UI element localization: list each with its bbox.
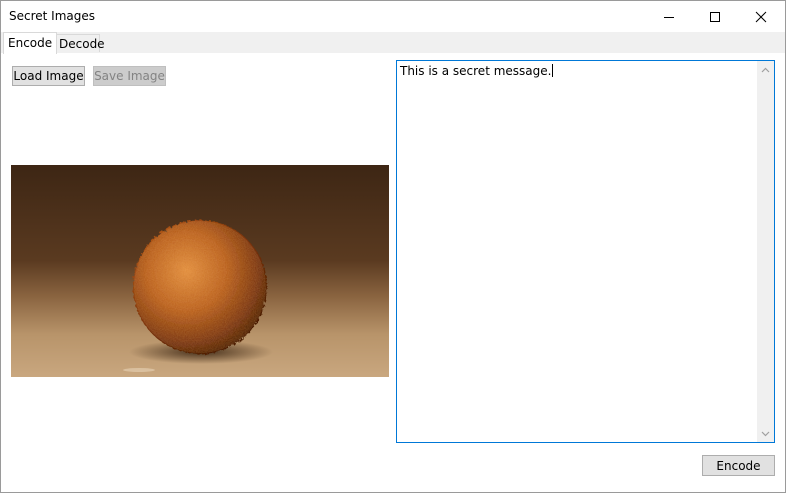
window-title: Secret Images	[9, 9, 96, 23]
tab-decode[interactable]: Decode	[54, 34, 105, 52]
close-button[interactable]	[738, 1, 784, 32]
app-window: Secret Images Encode Decode Load Image S…	[0, 0, 786, 493]
close-icon	[755, 11, 767, 22]
chevron-down-icon	[761, 431, 770, 436]
encode-button-label: Encode	[716, 458, 761, 473]
message-textbox[interactable]: This is a secret message.	[396, 60, 775, 443]
load-image-button[interactable]: Load Image	[12, 66, 85, 86]
vertical-scrollbar[interactable]	[757, 61, 774, 442]
load-image-label: Load Image	[13, 69, 84, 83]
text-caret	[552, 64, 554, 77]
scroll-up-button[interactable]	[757, 61, 774, 78]
title-bar[interactable]: Secret Images	[1, 1, 785, 32]
fuzzy-ball-image	[11, 165, 389, 377]
save-image-button: Save Image	[93, 66, 166, 86]
chevron-up-icon	[761, 67, 770, 72]
maximize-icon	[710, 11, 720, 22]
image-preview	[11, 165, 389, 377]
tab-encode[interactable]: Encode	[3, 32, 58, 54]
encode-button[interactable]: Encode	[702, 455, 775, 476]
tab-encode-label: Encode	[8, 36, 53, 50]
message-text[interactable]: This is a secret message.	[400, 64, 554, 78]
minimize-icon	[664, 16, 674, 18]
minimize-button[interactable]	[646, 1, 692, 32]
tab-decode-label: Decode	[59, 37, 105, 51]
encode-panel: Load Image Save Image This is a secret m…	[1, 53, 785, 492]
scroll-down-button[interactable]	[757, 425, 774, 442]
save-image-label: Save Image	[94, 69, 165, 83]
tab-strip: Encode Decode	[1, 32, 785, 54]
maximize-button[interactable]	[692, 1, 738, 32]
